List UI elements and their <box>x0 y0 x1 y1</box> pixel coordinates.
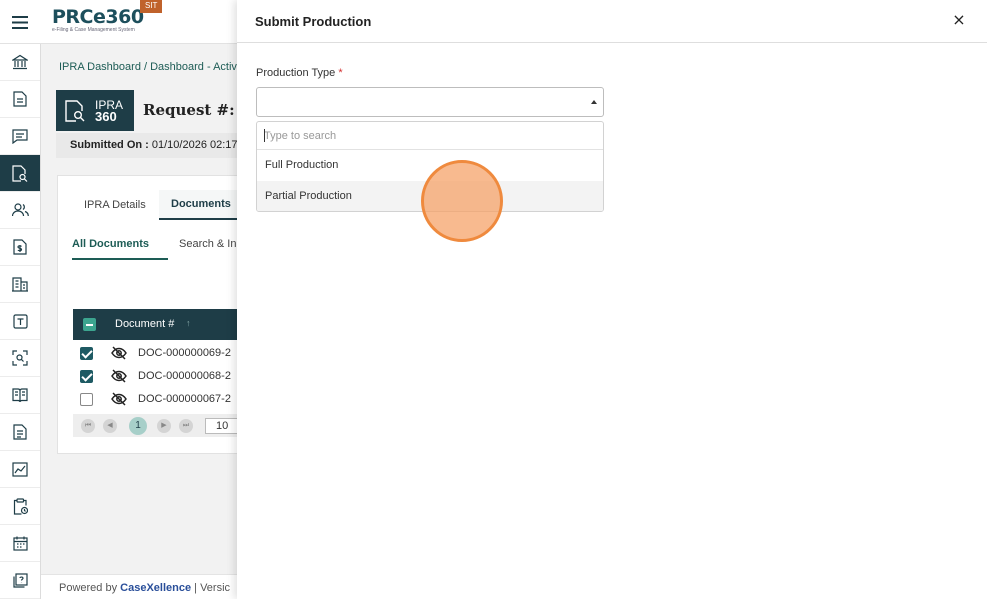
users-icon <box>11 203 29 217</box>
first-page-button[interactable]: ⏮ <box>81 419 95 433</box>
sidebar <box>0 44 41 599</box>
required-marker: * <box>338 67 343 79</box>
logo-text: PRCe360 <box>52 6 144 28</box>
sidebar-item-messages[interactable] <box>0 118 40 155</box>
sidebar-item-home[interactable] <box>0 44 40 81</box>
drawer-header: Submit Production × <box>237 0 987 43</box>
hamburger-menu-icon[interactable] <box>0 0 40 44</box>
document-number[interactable]: DOC-000000068-2 <box>138 370 231 382</box>
footer-brand: CaseXellence <box>120 582 192 594</box>
eye-off-icon[interactable] <box>111 369 127 383</box>
select-all-checkbox[interactable] <box>83 318 96 331</box>
logo-tagline: e-Filing & Case Management System <box>52 27 135 33</box>
row-checkbox[interactable] <box>80 370 93 383</box>
table-row[interactable]: DOC-000000069-2 <box>73 342 258 365</box>
breadcrumb[interactable]: IPRA Dashboard / Dashboard - Activ <box>59 61 237 73</box>
table-row[interactable]: DOC-000000068-2 <box>73 365 258 388</box>
help-icon <box>12 572 28 588</box>
subtab-all-documents[interactable]: All Documents <box>72 238 168 260</box>
sidebar-item-ipra[interactable] <box>0 155 40 192</box>
submitted-value: 01/10/2026 02:17 <box>151 139 238 151</box>
template-icon <box>12 313 28 329</box>
tab-ipra-details[interactable]: IPRA Details <box>84 199 146 211</box>
clipboard-clock-icon <box>13 497 28 515</box>
ipra-360-badge: IPRA 360 <box>56 90 134 131</box>
sidebar-item-library[interactable] <box>0 377 40 414</box>
building-icon <box>12 277 28 292</box>
row-checkbox[interactable] <box>80 393 93 406</box>
sidebar-item-scan[interactable] <box>0 340 40 377</box>
sidebar-item-organizations[interactable] <box>0 266 40 303</box>
app-logo[interactable]: PRCe360 e-Filing & Case Management Syste… <box>52 6 144 33</box>
sidebar-item-analytics[interactable] <box>0 451 40 488</box>
footer-version: | Versic <box>194 582 231 594</box>
sidebar-item-calendar[interactable] <box>0 525 40 562</box>
environment-badge: SIT <box>140 0 163 13</box>
production-type-select[interactable] <box>256 87 604 117</box>
sidebar-item-reports[interactable] <box>0 414 40 451</box>
dollar-document-icon <box>13 239 27 255</box>
caret-up-icon[interactable] <box>591 100 597 104</box>
document-search-icon <box>12 164 28 182</box>
next-page-button[interactable]: ▶ <box>157 419 171 433</box>
row-checkbox[interactable] <box>80 347 93 360</box>
close-icon[interactable]: × <box>951 12 967 28</box>
prev-page-button[interactable]: ◀ <box>103 419 117 433</box>
file-icon <box>13 424 27 440</box>
drawer-title: Submit Production <box>255 14 372 29</box>
pagination: ⏮ ◀ 1 ▶ ⏭ 10 <box>73 414 260 437</box>
eye-off-icon[interactable] <box>111 392 127 406</box>
subtab-search[interactable]: Search & In <box>179 238 236 250</box>
scan-search-icon <box>12 350 28 366</box>
submitted-label: Submitted On : <box>70 139 149 151</box>
last-page-button[interactable]: ⏭ <box>179 419 193 433</box>
eye-off-icon[interactable] <box>111 346 127 360</box>
dropdown-search-input[interactable] <box>264 127 594 145</box>
document-search-icon <box>65 99 85 122</box>
submit-production-drawer: Submit Production × Production Type * Fu… <box>237 0 987 599</box>
bank-icon <box>12 54 28 70</box>
sidebar-item-users[interactable] <box>0 192 40 229</box>
document-number[interactable]: DOC-000000067-2 <box>138 393 231 405</box>
table-header: Document # ↑ <box>73 309 258 340</box>
chart-icon <box>12 461 28 477</box>
tab-documents[interactable]: Documents <box>159 190 243 220</box>
table-row[interactable]: DOC-000000067-2 <box>73 388 258 411</box>
document-number[interactable]: DOC-000000069-2 <box>138 347 231 359</box>
current-page-button[interactable]: 1 <box>129 417 147 435</box>
dropdown-search <box>257 122 603 150</box>
footer-brand-logo: CaseXellence <box>120 582 191 594</box>
sidebar-item-templates[interactable] <box>0 303 40 340</box>
production-type-label-text: Production Type <box>256 67 336 79</box>
sidebar-item-help[interactable] <box>0 562 40 599</box>
chat-icon <box>12 128 28 144</box>
text-cursor <box>264 129 265 142</box>
column-header-document[interactable]: Document # <box>115 318 174 330</box>
click-indicator <box>421 160 503 242</box>
documents-panel: IPRA Details Documents All Documents Sea… <box>57 175 260 454</box>
submitted-on: Submitted On : 01/10/2026 02:17 <box>56 133 256 158</box>
sort-ascending-icon[interactable]: ↑ <box>186 318 191 328</box>
footer-powered-by: Powered by <box>59 582 118 594</box>
sidebar-item-billing[interactable] <box>0 229 40 266</box>
calendar-icon <box>12 536 28 551</box>
sidebar-item-tasks[interactable] <box>0 488 40 525</box>
document-icon <box>13 91 27 107</box>
book-icon <box>12 387 28 402</box>
production-type-label: Production Type * <box>256 67 343 79</box>
sidebar-item-documents[interactable] <box>0 81 40 118</box>
footer: Powered by CaseXellence | Versic <box>41 574 241 599</box>
badge-label-bottom: 360 <box>95 108 117 124</box>
